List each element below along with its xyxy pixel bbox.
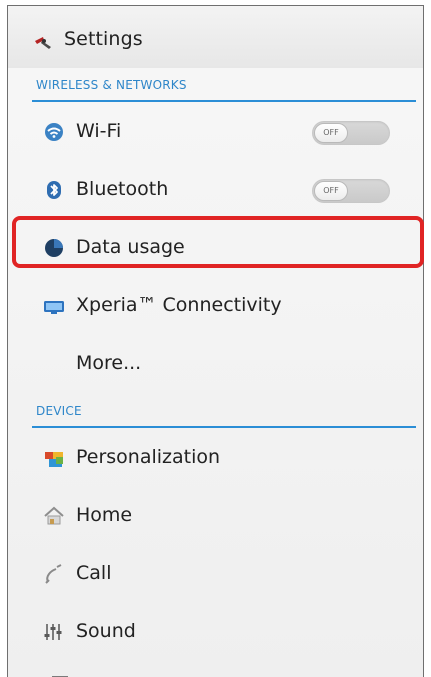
settings-item-wifi[interactable]: Wi-Fi OFF (32, 104, 418, 162)
wifi-toggle-knob: OFF (314, 123, 348, 143)
sound-icon (42, 620, 66, 644)
bluetooth-icon (42, 178, 66, 202)
page-title: Settings (64, 28, 143, 50)
sound-label: Sound (76, 620, 136, 642)
xperia-connectivity-label: Xperia™ Connectivity (76, 294, 282, 316)
more-label: More... (76, 352, 142, 374)
call-icon (42, 562, 66, 586)
bluetooth-label: Bluetooth (76, 178, 169, 200)
home-icon (42, 504, 66, 528)
section-divider-wireless (32, 100, 416, 102)
xperia-connectivity-icon (42, 294, 66, 318)
personalization-icon (42, 446, 66, 470)
home-label: Home (76, 504, 133, 526)
settings-item-xperia-connectivity[interactable]: Xperia™ Connectivity (32, 278, 418, 336)
settings-item-call[interactable]: Call (32, 546, 418, 604)
settings-item-bluetooth[interactable]: Bluetooth OFF (32, 162, 418, 220)
settings-item-more[interactable]: More... (32, 336, 418, 394)
settings-icon (33, 31, 55, 51)
wifi-toggle[interactable]: OFF (312, 121, 390, 145)
highlight-box-data-usage (12, 216, 424, 268)
section-divider-device (32, 426, 416, 428)
call-label: Call (76, 562, 112, 584)
settings-item-home[interactable]: Home (32, 488, 418, 546)
settings-screen: Settings WIRELESS & NETWORKS Wi-Fi OFF B… (7, 5, 424, 677)
wifi-icon (42, 120, 66, 144)
settings-item-personalization[interactable]: Personalization (32, 430, 418, 488)
section-header-device: DEVICE (36, 404, 82, 418)
bluetooth-toggle-knob: OFF (314, 181, 348, 201)
wifi-label: Wi-Fi (76, 120, 122, 142)
personalization-label: Personalization (76, 446, 221, 468)
action-bar: Settings (8, 6, 423, 68)
bluetooth-toggle[interactable]: OFF (312, 179, 390, 203)
settings-item-sound[interactable]: Sound (32, 604, 418, 662)
section-header-wireless: WIRELESS & NETWORKS (36, 78, 187, 92)
